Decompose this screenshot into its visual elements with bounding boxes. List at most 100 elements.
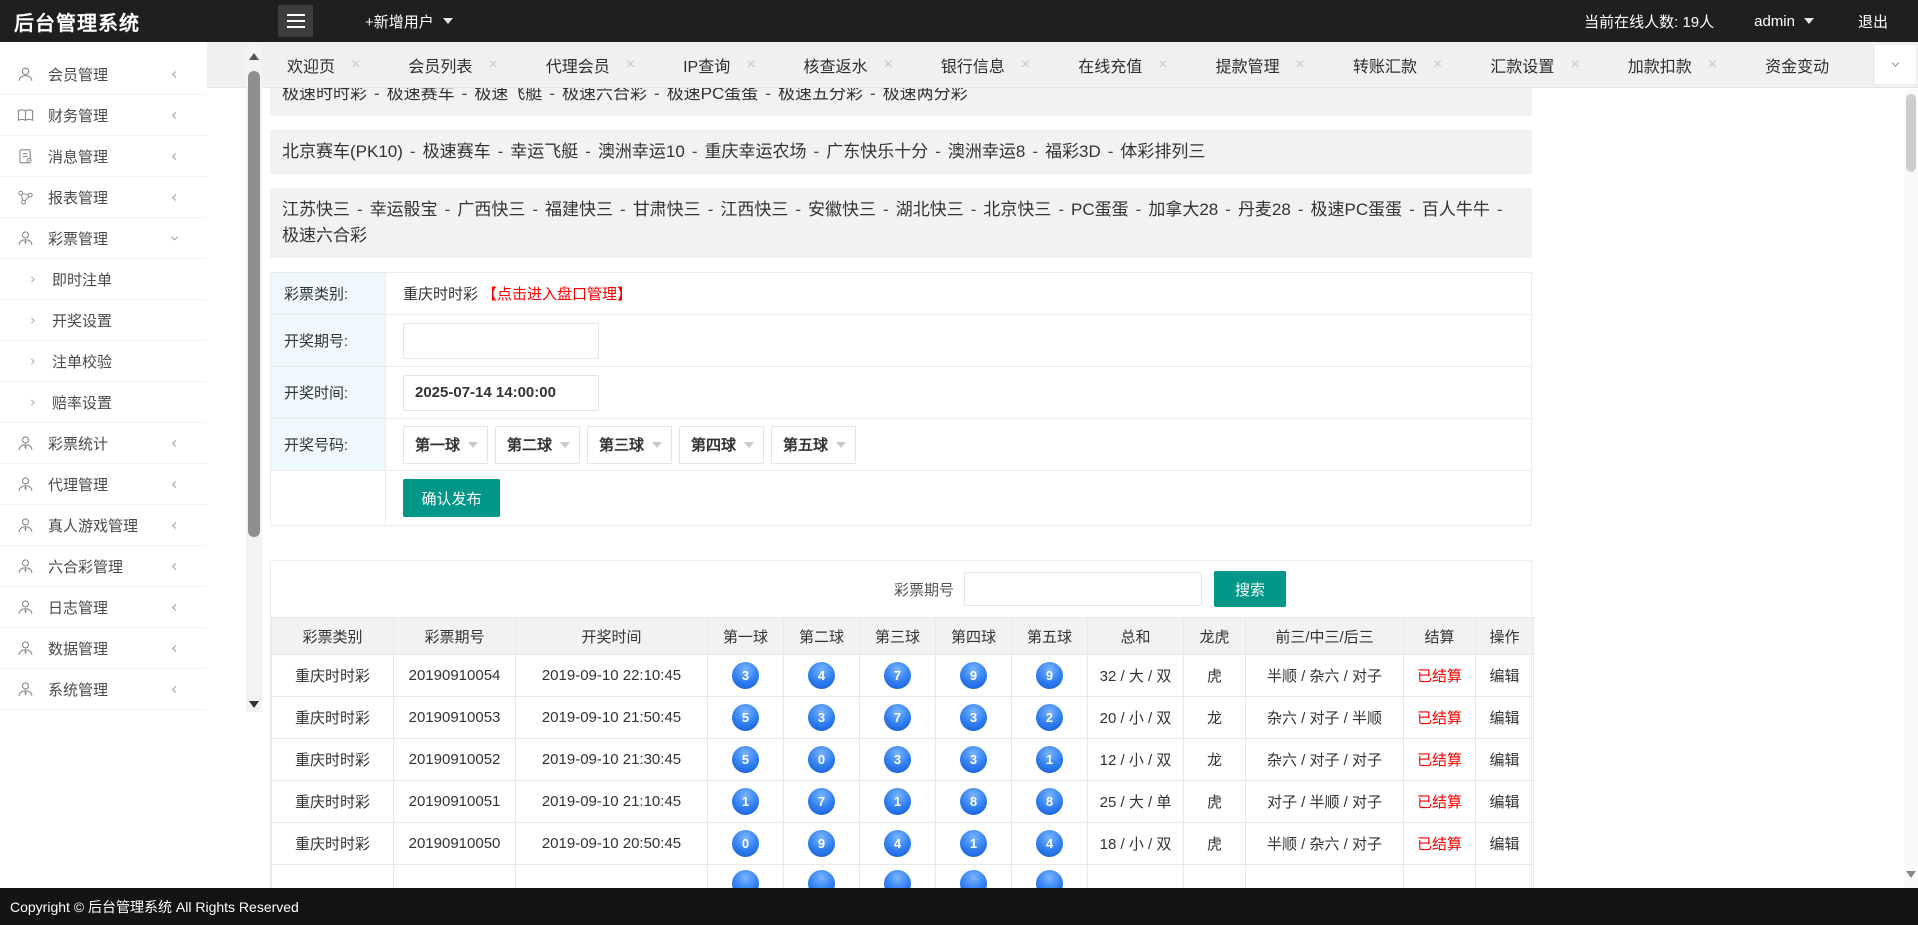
- lottery-link[interactable]: 极速六合彩: [282, 226, 367, 245]
- sidebar-item-member-mgmt[interactable]: 会员管理: [0, 54, 207, 95]
- lottery-link[interactable]: 体彩排列三: [1120, 142, 1205, 161]
- lottery-link[interactable]: 澳洲幸运10: [598, 142, 685, 161]
- sidebar-item-lottery-stats[interactable]: 彩票统计: [0, 423, 207, 464]
- lottery-link[interactable]: 湖北快三: [896, 200, 964, 219]
- edit-link[interactable]: 编辑: [1476, 739, 1534, 781]
- logout-button[interactable]: 退出: [1858, 11, 1888, 32]
- scroll-up-arrow-icon[interactable]: [249, 53, 259, 60]
- lottery-link[interactable]: 极速赛车: [423, 142, 491, 161]
- close-icon[interactable]: ×: [1296, 57, 1305, 73]
- sidebar-item-finance-mgmt[interactable]: 财务管理: [0, 95, 207, 136]
- sidebar-toggle-button[interactable]: [278, 5, 313, 37]
- sidebar-item-live-game-mgmt[interactable]: 真人游戏管理: [0, 505, 207, 546]
- lottery-link[interactable]: 丹麦28: [1238, 200, 1291, 219]
- close-icon[interactable]: ×: [746, 57, 755, 73]
- close-icon[interactable]: ×: [1570, 57, 1579, 73]
- tab[interactable]: 在线充值 ×: [1078, 53, 1167, 77]
- lottery-link[interactable]: 北京快三: [983, 200, 1051, 219]
- tab[interactable]: 提款管理 ×: [1216, 53, 1305, 77]
- lottery-link[interactable]: 极速六合彩: [562, 88, 647, 103]
- lottery-link[interactable]: 安徽快三: [808, 200, 876, 219]
- lottery-link[interactable]: 极速飞艇: [474, 88, 542, 103]
- pankou-manage-link[interactable]: 【点击进入盘口管理】: [482, 283, 632, 304]
- tab[interactable]: 银行信息 ×: [941, 53, 1030, 77]
- tab[interactable]: 欢迎页 ×: [287, 53, 360, 77]
- tab[interactable]: 会员列表 ×: [408, 53, 497, 77]
- close-icon[interactable]: ×: [884, 57, 893, 73]
- close-icon[interactable]: ×: [488, 57, 497, 73]
- lottery-link[interactable]: 北京赛车(PK10): [282, 142, 403, 161]
- sidebar-item-data-mgmt[interactable]: 数据管理: [0, 628, 207, 669]
- lottery-link[interactable]: 江西快三: [720, 200, 788, 219]
- lottery-link[interactable]: 广东快乐十分: [826, 142, 928, 161]
- sidebar-item-mark-six-mgmt[interactable]: 六合彩管理: [0, 546, 207, 587]
- tab[interactable]: IP查询 ×: [683, 53, 755, 77]
- sidebar-item-instant-bets[interactable]: 即时注单: [0, 259, 207, 300]
- edit-link[interactable]: [1476, 865, 1534, 889]
- lottery-link[interactable]: 极速赛车: [387, 88, 455, 103]
- tab[interactable]: 代理会员 ×: [546, 53, 635, 77]
- scrollbar-thumb[interactable]: [248, 71, 260, 537]
- sidebar-item-message-mgmt[interactable]: 消息管理: [0, 136, 207, 177]
- sidebar-item-system-mgmt[interactable]: 系统管理: [0, 669, 207, 710]
- close-icon[interactable]: ×: [351, 57, 360, 73]
- link-separator: -: [542, 88, 562, 103]
- lottery-link[interactable]: 江苏快三: [282, 200, 350, 219]
- lottery-link[interactable]: 极速两分彩: [883, 88, 968, 103]
- search-button[interactable]: 搜索: [1214, 571, 1286, 607]
- edit-link[interactable]: 编辑: [1476, 655, 1534, 697]
- draw-time-input[interactable]: [403, 375, 599, 411]
- sidebar-item-agent-mgmt[interactable]: 代理管理: [0, 464, 207, 505]
- ball-select[interactable]: 第五球: [771, 426, 856, 464]
- issue-input[interactable]: [403, 323, 599, 359]
- sidebar-item-bet-verification[interactable]: 注单校验: [0, 341, 207, 382]
- sidebar-item-log-mgmt[interactable]: 日志管理: [0, 587, 207, 628]
- lottery-link[interactable]: 福彩3D: [1045, 142, 1101, 161]
- lottery-link[interactable]: PC蛋蛋: [1071, 200, 1129, 219]
- tab[interactable]: 资金变动: [1765, 53, 1845, 77]
- edit-link[interactable]: 编辑: [1476, 823, 1534, 865]
- lottery-link[interactable]: 福建快三: [545, 200, 613, 219]
- lottery-link[interactable]: 重庆幸运农场: [705, 142, 807, 161]
- close-icon[interactable]: ×: [626, 57, 635, 73]
- lottery-link[interactable]: 幸运骰宝: [370, 200, 438, 219]
- link-separator: -: [578, 142, 598, 161]
- lottery-link[interactable]: 甘肃快三: [633, 200, 701, 219]
- publish-button[interactable]: 确认发布: [403, 479, 500, 517]
- lottery-link[interactable]: 幸运飞艇: [510, 142, 578, 161]
- lottery-link[interactable]: 极速时时彩: [282, 88, 367, 103]
- scroll-down-arrow-icon[interactable]: [1906, 871, 1916, 878]
- close-icon[interactable]: ×: [1708, 57, 1717, 73]
- ball-select[interactable]: 第二球: [495, 426, 580, 464]
- close-icon[interactable]: ×: [1021, 57, 1030, 73]
- tab[interactable]: 汇款设置 ×: [1490, 53, 1579, 77]
- ball-select[interactable]: 第四球: [679, 426, 764, 464]
- lottery-link[interactable]: 极速五分彩: [778, 88, 863, 103]
- ball-select[interactable]: 第三球: [587, 426, 672, 464]
- admin-menu[interactable]: admin: [1754, 13, 1814, 30]
- lottery-link[interactable]: 极速PC蛋蛋: [1311, 200, 1403, 219]
- ball-select[interactable]: 第一球: [403, 426, 488, 464]
- tabs-overflow-button[interactable]: [1875, 45, 1916, 84]
- tab[interactable]: 核查返水 ×: [804, 53, 893, 77]
- ball-4: 3: [960, 746, 987, 773]
- search-input[interactable]: [964, 572, 1202, 606]
- sidebar-item-report-mgmt[interactable]: 报表管理: [0, 177, 207, 218]
- add-user-button[interactable]: +新增用户: [365, 11, 453, 32]
- lottery-link[interactable]: 澳洲幸运8: [948, 142, 1025, 161]
- close-icon[interactable]: ×: [1433, 57, 1442, 73]
- edit-link[interactable]: 编辑: [1476, 781, 1534, 823]
- sidebar-item-odds-settings[interactable]: 赔率设置: [0, 382, 207, 423]
- edit-link[interactable]: 编辑: [1476, 697, 1534, 739]
- tab[interactable]: 转账汇款 ×: [1353, 53, 1442, 77]
- scroll-down-arrow-icon[interactable]: [249, 701, 259, 708]
- scrollbar-thumb[interactable]: [1906, 94, 1916, 172]
- lottery-link[interactable]: 广西快三: [457, 200, 525, 219]
- lottery-link[interactable]: 极速PC蛋蛋: [667, 88, 759, 103]
- tab[interactable]: 加款扣款 ×: [1628, 53, 1717, 77]
- lottery-link[interactable]: 加拿大28: [1148, 200, 1218, 219]
- close-icon[interactable]: ×: [1158, 57, 1167, 73]
- sidebar-item-draw-settings[interactable]: 开奖设置: [0, 300, 207, 341]
- lottery-link[interactable]: 百人牛牛: [1422, 200, 1490, 219]
- sidebar-item-lottery-mgmt[interactable]: 彩票管理: [0, 218, 207, 259]
